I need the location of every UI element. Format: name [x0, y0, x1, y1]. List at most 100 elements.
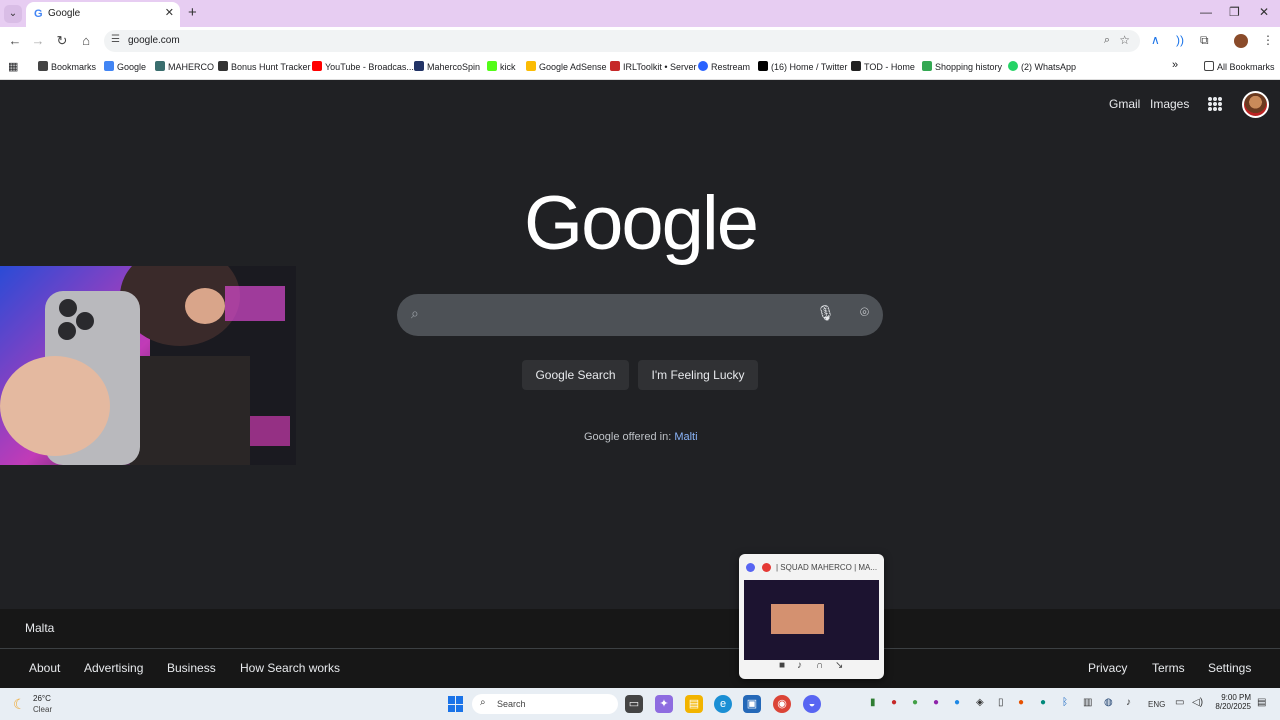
bluetooth-icon[interactable]: ᛒ — [1062, 697, 1068, 708]
bookmark-item[interactable]: YouTube - Broadcas... — [312, 61, 414, 72]
bookmark-item[interactable]: Google — [104, 61, 146, 72]
bookmark-item[interactable]: MAHERCO — [155, 61, 214, 72]
google-favicon-icon: G — [34, 8, 43, 20]
tray-app-purple-icon[interactable]: ● — [933, 697, 939, 708]
edge-icon[interactable]: e — [714, 695, 732, 713]
headphones-icon[interactable]: ∩ — [816, 660, 823, 671]
bookmark-item[interactable]: Google AdSense — [526, 61, 607, 72]
extension-a-icon[interactable]: ∧ — [1151, 33, 1160, 47]
bookmark-item[interactable]: (2) WhatsApp — [1008, 61, 1076, 72]
tray-nvidia-icon[interactable]: ▮ — [870, 697, 876, 708]
home-icon[interactable]: ⌂ — [78, 33, 94, 48]
bookmark-item[interactable]: kick — [487, 61, 516, 72]
language-link[interactable]: Malti — [674, 431, 697, 443]
taskbar-window-preview[interactable]: | SQUAD MAHERCO | MA... ■ ♪ ∩ ↘ — [739, 554, 884, 679]
google-search-button[interactable]: Google Search — [522, 360, 629, 390]
footer-terms-link[interactable]: Terms — [1152, 661, 1185, 675]
tray-mic-icon[interactable]: ♪ — [1126, 697, 1131, 708]
footer-about-link[interactable]: About — [29, 661, 60, 675]
bookmark-item[interactable]: IRLToolkit • Server — [610, 61, 697, 72]
search-input[interactable]: ⌕ 🎙 ⌾ — [397, 294, 883, 336]
more-bookmarks-icon[interactable]: » — [1172, 59, 1178, 71]
system-clock[interactable]: 9:00 PM 8/20/2025 — [1213, 693, 1251, 711]
url-text: google.com — [128, 35, 180, 46]
weather-temperature[interactable]: 26°C — [33, 694, 51, 703]
footer-business-link[interactable]: Business — [167, 661, 216, 675]
extensions-icon[interactable]: ⧉ — [1200, 33, 1209, 48]
tab-close-icon[interactable]: ✕ — [165, 6, 174, 19]
footer-settings-link[interactable]: Settings — [1208, 661, 1251, 675]
feeling-lucky-button[interactable]: I'm Feeling Lucky — [638, 360, 758, 390]
copilot-icon[interactable]: ✦ — [655, 695, 673, 713]
tray-app-dark-icon[interactable]: ◈ — [976, 697, 984, 708]
reload-icon[interactable]: ↻ — [54, 33, 70, 49]
tray-app-blue-icon[interactable]: ● — [954, 697, 960, 708]
steam-icon[interactable]: ◍ — [1104, 697, 1113, 708]
bookmark-item[interactable]: (16) Home / Twitter — [758, 61, 847, 72]
window-close-icon[interactable]: ✕ — [1259, 5, 1269, 19]
weather-description[interactable]: Clear — [33, 705, 52, 714]
tray-usb-icon[interactable]: ▯ — [998, 697, 1004, 708]
start-button[interactable] — [448, 696, 464, 712]
taskbar-search[interactable]: ⌕ Search — [472, 694, 618, 714]
bonus-icon — [218, 61, 228, 71]
all-bookmarks-folder[interactable]: All Bookmarks — [1204, 61, 1275, 72]
extension-b-icon[interactable]: )) — [1176, 33, 1184, 47]
store-icon[interactable]: ▣ — [743, 695, 761, 713]
chrome-icon[interactable]: ◉ — [773, 695, 791, 713]
youtube-icon — [312, 61, 322, 71]
site-info-icon[interactable]: ☰ — [111, 34, 120, 45]
bookmark-item[interactable]: TOD - Home — [851, 61, 915, 72]
gmail-link[interactable]: Gmail — [1109, 97, 1140, 111]
camera-lens-icon[interactable]: ⌾ — [860, 304, 869, 321]
volume-icon[interactable]: ◁) — [1192, 697, 1203, 708]
tray-app-orange-icon[interactable]: ● — [1018, 697, 1024, 708]
bookmark-item[interactable]: Restream — [698, 61, 750, 72]
account-avatar[interactable] — [1242, 91, 1269, 118]
webcam-overlay — [0, 266, 296, 465]
profile-icon[interactable] — [1234, 34, 1248, 48]
back-icon[interactable]: ← — [7, 33, 23, 48]
country-label: Malta — [25, 621, 55, 635]
tab-strip: ⌄ G Google ✕ + — ❐ ✕ — [0, 0, 1280, 27]
footer-how-search-works-link[interactable]: How Search works — [240, 661, 340, 675]
images-link[interactable]: Images — [1150, 97, 1189, 111]
tray-app-green-icon[interactable]: ● — [912, 697, 918, 708]
address-bar[interactable]: ☰ google.com ⌕ ☆ — [104, 30, 1140, 52]
forward-icon[interactable]: → — [30, 33, 46, 48]
bookmark-item[interactable]: MahercoSpin — [414, 61, 480, 72]
language-indicator[interactable]: ENG — [1148, 700, 1165, 709]
footer-privacy-link[interactable]: Privacy — [1088, 661, 1127, 675]
tab-google[interactable]: G Google ✕ — [26, 2, 180, 27]
camera-icon[interactable]: ■ — [779, 660, 785, 671]
minimize-icon[interactable]: — — [1200, 5, 1212, 19]
bookmark-star-icon[interactable]: ☆ — [1119, 33, 1130, 47]
footer-advertising-link[interactable]: Advertising — [84, 661, 143, 675]
network-icon[interactable]: ▭ — [1175, 697, 1184, 708]
bookmark-item[interactable]: Shopping history — [922, 61, 1002, 72]
new-tab-icon[interactable]: + — [188, 4, 197, 21]
bookmark-item[interactable]: Bonus Hunt Tracker — [218, 61, 311, 72]
microphone-icon[interactable]: 🎙 — [816, 304, 835, 322]
file-explorer-icon[interactable]: ▤ — [685, 695, 703, 713]
tab-search-dropdown-icon[interactable]: ⌄ — [4, 5, 22, 23]
restore-icon[interactable]: ❐ — [1229, 5, 1240, 19]
mic-icon[interactable]: ♪ — [797, 660, 802, 671]
bookmark-item[interactable]: Bookmarks — [38, 61, 96, 72]
restream-icon — [698, 61, 708, 71]
spin-icon — [414, 61, 424, 71]
menu-icon[interactable]: ⋮ — [1262, 33, 1274, 47]
discord-taskbar-icon[interactable]: ◒ — [803, 695, 821, 713]
tray-app-teal-icon[interactable]: ● — [1040, 697, 1046, 708]
preview-title: | SQUAD MAHERCO | MA... — [776, 563, 878, 572]
tray-app-box-icon[interactable]: ▥ — [1083, 697, 1092, 708]
tray-app-red-icon[interactable]: ● — [891, 697, 897, 708]
apps-grid-icon[interactable]: ▦ — [8, 60, 18, 73]
zoom-icon[interactable]: ⌕ — [1104, 34, 1110, 47]
disconnect-icon[interactable]: ↘ — [835, 660, 843, 671]
google-apps-icon[interactable] — [1208, 97, 1222, 111]
moon-weather-icon[interactable]: ☾ — [13, 696, 26, 713]
task-view-icon[interactable]: ▭ — [625, 695, 643, 713]
google-icon — [104, 61, 114, 71]
notification-icon[interactable]: ▤ — [1257, 697, 1266, 708]
